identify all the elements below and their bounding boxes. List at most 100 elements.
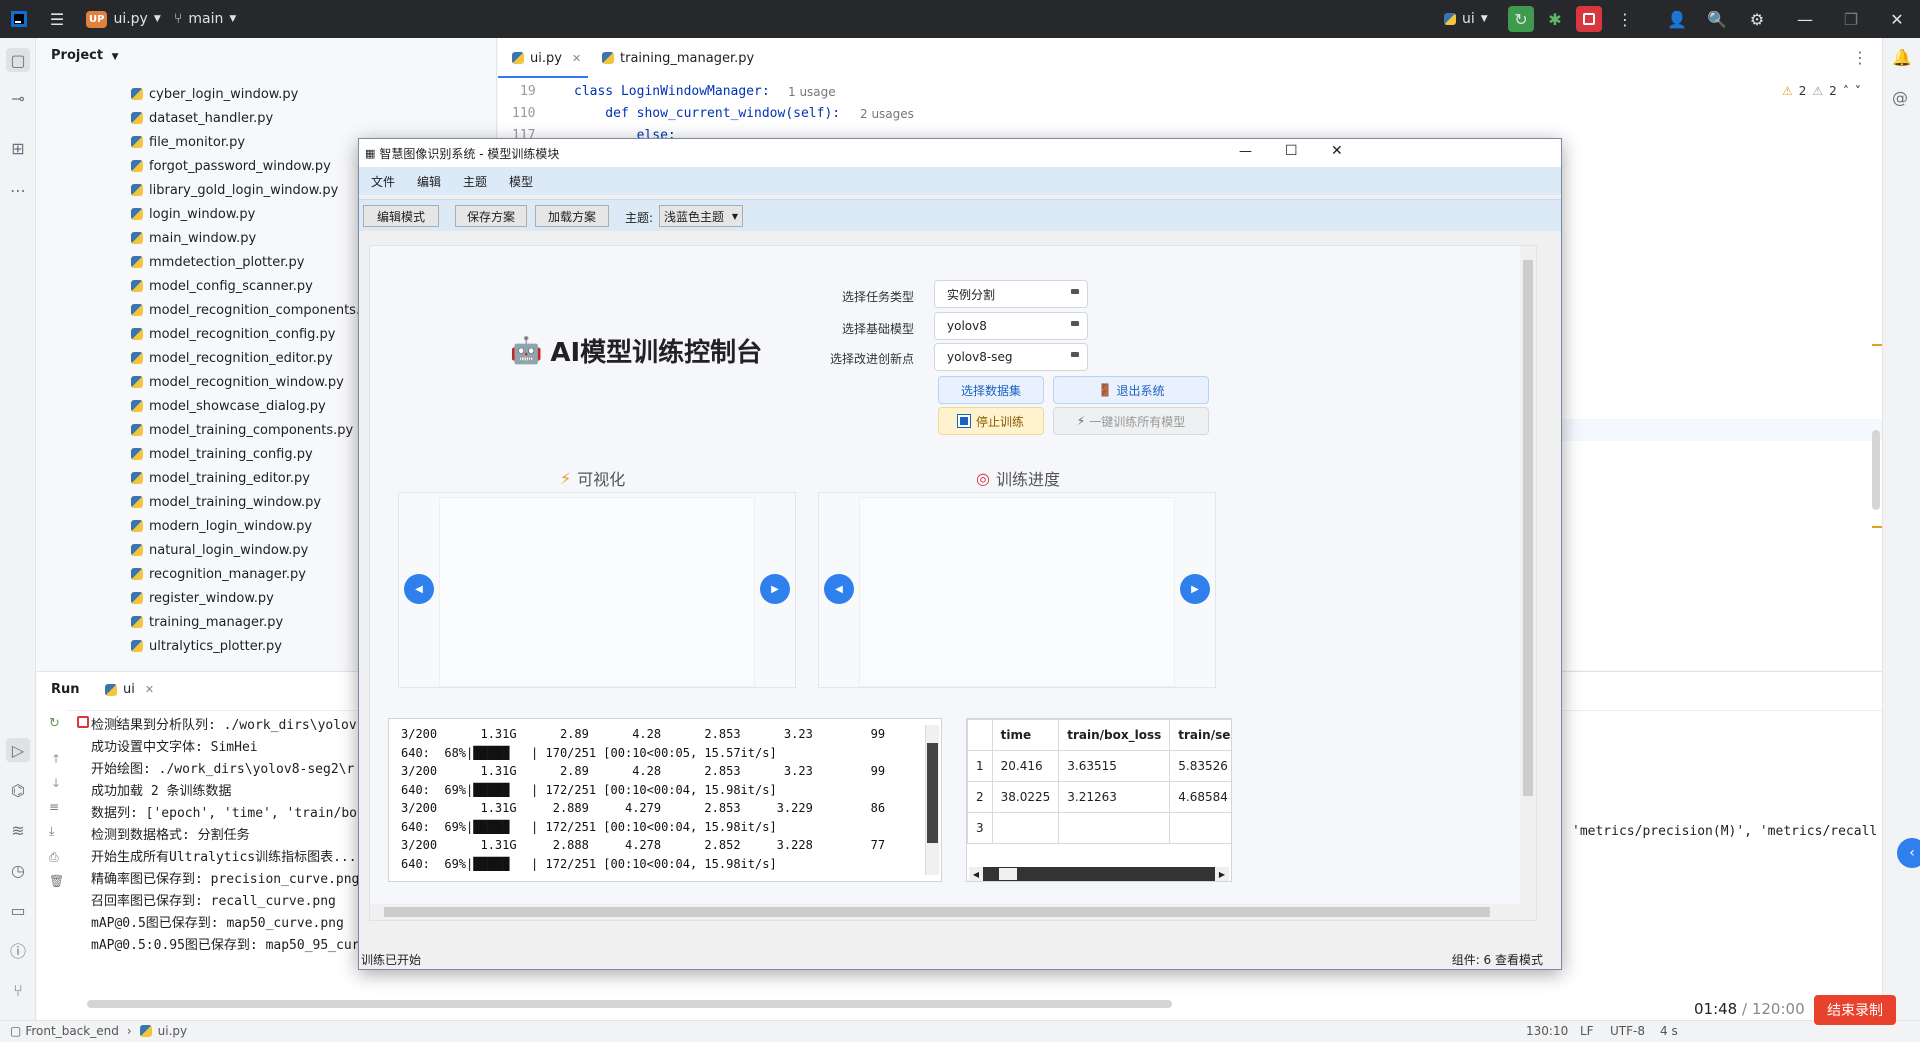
table-cell[interactable] — [1058, 812, 1171, 844]
content-hscrollbar[interactable] — [370, 904, 1520, 920]
python-console-icon[interactable]: ⌬ — [6, 778, 30, 802]
table-row[interactable]: 3 — [967, 812, 1231, 844]
exit-system-button[interactable]: 🚪 退出系统 — [1053, 376, 1209, 404]
file-encoding[interactable]: UTF-8 — [1610, 1024, 1645, 1038]
table-cell[interactable]: 5.83526 — [1169, 750, 1231, 782]
column-header[interactable]: train/box_loss — [1058, 719, 1171, 751]
stop-training-button[interactable]: 停止训练 — [938, 407, 1044, 435]
stop-recording-button[interactable]: 结束录制 — [1814, 995, 1896, 1025]
table-row[interactable]: 1 20.416 3.63515 5.83526 — [967, 750, 1231, 782]
edit-mode-button[interactable]: 编辑模式 — [363, 205, 439, 227]
file-tree-item[interactable]: model_config_scanner.py — [131, 274, 313, 298]
viz-prev-button[interactable]: ◀ — [404, 574, 434, 604]
usage-hint[interactable]: 2 usages — [860, 107, 914, 121]
chevron-up-icon[interactable]: ˄ — [1843, 84, 1849, 98]
project-selector[interactable]: UP ui.py ▼ — [86, 0, 161, 38]
more-tools-icon[interactable]: ⋯ — [6, 178, 30, 202]
project-panel-header[interactable]: Project ▼ — [51, 48, 119, 63]
cursor-position[interactable]: 130:10 — [1526, 1024, 1568, 1038]
file-tree-item[interactable]: model_recognition_config.py — [131, 322, 336, 346]
base-model-select[interactable]: yolov8 — [934, 312, 1088, 340]
file-tree-item[interactable]: model_recognition_editor.py — [131, 346, 333, 370]
file-tree-item[interactable]: model_training_components.py — [131, 418, 353, 442]
main-menu-icon[interactable]: ☰ — [44, 6, 70, 32]
file-tree-item[interactable]: model_training_editor.py — [131, 466, 310, 490]
folder-icon[interactable]: ▢ — [6, 48, 30, 72]
file-tree-item[interactable]: cyber_login_window.py — [131, 82, 298, 106]
run-tool-icon[interactable]: ▷ — [6, 738, 30, 762]
code-line[interactable]: def show_current_window(self): — [574, 106, 840, 121]
file-tree-item[interactable]: recognition_manager.py — [131, 562, 306, 586]
file-tree-item[interactable]: ultralytics_plotter.py — [131, 634, 282, 658]
breadcrumb-root[interactable]: Front_back_end — [25, 1024, 118, 1038]
file-tree-item[interactable]: training_manager.py — [131, 610, 283, 634]
dialog-titlebar[interactable]: ▦ 智慧图像识别系统 - 模型训练模块 — ☐ ✕ — [359, 139, 1561, 167]
arrow-down-icon[interactable]: ↓ — [51, 776, 61, 790]
inspection-widget[interactable]: ⚠ 2 ⚠ 2 ˄ ˅ — [1782, 84, 1861, 98]
run-tab-ui[interactable]: ui ✕ — [105, 682, 154, 697]
maximize-icon[interactable]: ☐ — [1285, 143, 1298, 159]
minimize-icon[interactable]: — — [1239, 144, 1252, 159]
file-tree-item[interactable]: library_gold_login_window.py — [131, 178, 338, 202]
table-cell[interactable]: 3.63515 — [1058, 750, 1171, 782]
file-tree-item[interactable]: file_monitor.py — [131, 130, 245, 154]
editor-scrollbar[interactable] — [1872, 430, 1880, 510]
viz-next-button[interactable]: ▶ — [760, 574, 790, 604]
commit-icon[interactable]: ⊸ — [6, 86, 30, 110]
rerun-icon[interactable]: ↻ — [49, 716, 60, 731]
usage-hint[interactable]: 1 usage — [788, 85, 836, 99]
console-scrollbar[interactable] — [87, 1000, 1172, 1008]
file-tree-item[interactable]: model_training_window.py — [131, 490, 321, 514]
load-plan-button[interactable]: 加载方案 — [535, 205, 609, 227]
table-cell[interactable]: 3.21263 — [1058, 781, 1171, 813]
code-line[interactable]: class LoginWindowManager: — [574, 84, 770, 99]
log-scrollbar-thumb[interactable] — [927, 743, 938, 843]
table-hscrollbar[interactable]: ◀ ▶ — [969, 867, 1229, 881]
git-icon[interactable]: ⑂ — [6, 978, 30, 1002]
print-icon[interactable]: ⎙ — [49, 850, 59, 865]
breadcrumb[interactable]: ▢ Front_back_end › ui.py — [10, 1024, 187, 1038]
file-tree-item[interactable]: natural_login_window.py — [131, 538, 308, 562]
file-tree-item[interactable]: modern_login_window.py — [131, 514, 312, 538]
rerun-icon[interactable]: ↻ — [1508, 6, 1534, 32]
training-log[interactable]: 3/200 1.31G 2.89 4.28 2.853 3.23 99 640: … — [388, 718, 942, 882]
menu-model[interactable]: 模型 — [509, 173, 533, 190]
progress-prev-button[interactable]: ◀ — [824, 574, 854, 604]
file-tree-item[interactable]: dataset_handler.py — [131, 106, 273, 130]
table-cell[interactable]: 4.68584 — [1169, 781, 1231, 813]
file-tree-item[interactable]: forgot_password_window.py — [131, 154, 331, 178]
file-tree-item[interactable]: model_showcase_dialog.py — [131, 394, 326, 418]
services-icon[interactable]: ◷ — [6, 858, 30, 882]
file-tree-item[interactable]: model_recognition_components.py — [131, 298, 376, 322]
tab-training-manager[interactable]: training_manager.py — [602, 38, 754, 78]
branch-selector[interactable]: ⑂ main ▼ — [174, 0, 236, 38]
file-tree-item[interactable]: mmdetection_plotter.py — [131, 250, 304, 274]
tab-ui-py[interactable]: ui.py ✕ — [512, 38, 581, 78]
arrow-right-icon[interactable]: ▶ — [1215, 867, 1229, 881]
progress-next-button[interactable]: ▶ — [1180, 574, 1210, 604]
breadcrumb-file[interactable]: ui.py — [158, 1024, 187, 1038]
collapse-side-icon[interactable]: ‹ — [1897, 838, 1920, 868]
file-tree-item[interactable]: model_recognition_window.py — [131, 370, 344, 394]
close-icon[interactable]: ✕ — [1331, 143, 1343, 159]
notifications-icon[interactable]: 🔔 — [1892, 48, 1912, 67]
problems-icon[interactable]: ⓘ — [6, 938, 30, 962]
save-plan-button[interactable]: 保存方案 — [455, 205, 527, 227]
train-all-button[interactable]: ⚡ 一键训练所有模型 — [1053, 407, 1209, 435]
content-hscrollbar-thumb[interactable] — [384, 907, 1490, 917]
indent-setting[interactable]: 4 s — [1660, 1024, 1678, 1038]
close-icon[interactable]: ✕ — [145, 683, 154, 696]
table-cell[interactable]: 20.416 — [991, 750, 1060, 782]
table-cell[interactable] — [1169, 812, 1231, 844]
chevron-down-icon[interactable]: ˅ — [1855, 84, 1861, 98]
ai-assistant-icon[interactable]: @ — [1892, 88, 1908, 107]
restore-icon[interactable]: ❐ — [1838, 6, 1864, 32]
close-icon[interactable]: ✕ — [572, 52, 581, 65]
menu-edit[interactable]: 编辑 — [417, 173, 441, 190]
select-dataset-button[interactable]: 选择数据集 — [938, 376, 1044, 404]
column-header[interactable]: train/seg — [1169, 719, 1231, 751]
table-row[interactable]: 2 38.0225 3.21263 4.68584 — [967, 781, 1231, 813]
table-cell[interactable] — [991, 812, 1060, 844]
trash-icon[interactable]: 🗑 — [49, 874, 64, 888]
menu-file[interactable]: 文件 — [371, 173, 395, 190]
